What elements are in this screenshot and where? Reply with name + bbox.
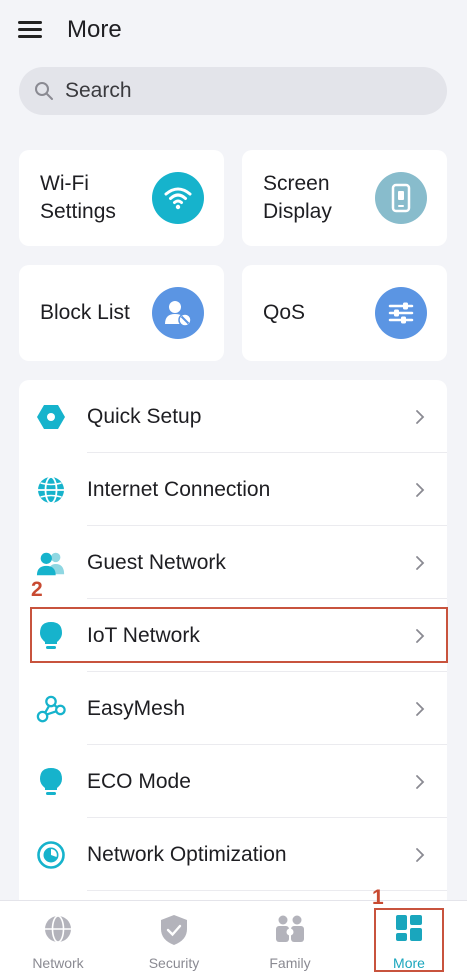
- tab-network[interactable]: Network: [0, 901, 116, 977]
- chevron-right-icon: [416, 847, 425, 862]
- list-item-label: Guest Network: [87, 550, 226, 574]
- list-item-guest-network[interactable]: Guest Network: [19, 526, 447, 599]
- list-item-label: Network Optimization: [87, 842, 287, 866]
- search-icon: [35, 82, 53, 100]
- list-item-label: Quick Setup: [87, 404, 202, 428]
- card-wifi-settings[interactable]: Wi‑Fi Settings: [19, 150, 224, 246]
- card-label: Block List: [40, 301, 130, 324]
- tab-security[interactable]: Security: [116, 901, 232, 977]
- annotation-highlight-more: [374, 908, 444, 972]
- annotation-number-1: 1: [372, 886, 384, 909]
- search-bar[interactable]: [19, 67, 447, 115]
- tab-label: Security: [148, 955, 200, 971]
- annotation-number-2: 2: [31, 578, 43, 601]
- card-label: QoS: [263, 301, 306, 324]
- chevron-right-icon: [416, 774, 425, 789]
- chevron-right-icon: [416, 482, 425, 497]
- chevron-right-icon: [416, 555, 425, 570]
- optimization-icon: [36, 840, 66, 870]
- list-item-label: EasyMesh: [87, 696, 186, 720]
- guests-icon: [36, 548, 66, 578]
- block-user-icon: [152, 287, 204, 339]
- hexagon-icon: [36, 402, 66, 432]
- menu-icon[interactable]: [18, 19, 42, 39]
- family-icon: [276, 915, 304, 942]
- annotation-highlight-iot: [30, 607, 448, 663]
- list-item-label: Internet Connection: [87, 477, 271, 501]
- list-item-network-optimization[interactable]: Network Optimization: [19, 818, 447, 891]
- globe-tab-icon: [45, 915, 71, 943]
- chevron-right-icon: [416, 409, 425, 424]
- eco-bulb-icon: [36, 767, 66, 797]
- tab-family[interactable]: Family: [232, 901, 348, 977]
- page-title: More: [67, 16, 122, 43]
- list-item-label: ECO Mode: [87, 769, 191, 793]
- list-item-eco-mode[interactable]: ECO Mode: [19, 745, 447, 818]
- sliders-icon: [375, 287, 427, 339]
- chevron-right-icon: [416, 701, 425, 716]
- tab-label: Family: [269, 955, 311, 971]
- list-item-quick-setup[interactable]: Quick Setup: [19, 380, 447, 453]
- shield-icon: [161, 915, 187, 945]
- phone-screen-icon: [375, 172, 427, 224]
- search-input[interactable]: [65, 67, 425, 115]
- header: More: [0, 0, 467, 62]
- card-block-list[interactable]: Block List: [19, 265, 224, 361]
- list-item-internet-connection[interactable]: Internet Connection: [19, 453, 447, 526]
- card-screen-display[interactable]: Screen Display: [242, 150, 447, 246]
- card-label: Wi‑Fi Settings: [40, 172, 116, 223]
- list-item-easymesh[interactable]: EasyMesh: [19, 672, 447, 745]
- card-label: Screen Display: [263, 172, 332, 223]
- mesh-icon: [36, 694, 66, 724]
- tab-label: Network: [32, 955, 84, 971]
- globe-icon: [36, 475, 66, 505]
- card-qos[interactable]: QoS: [242, 265, 447, 361]
- wifi-icon: [152, 172, 204, 224]
